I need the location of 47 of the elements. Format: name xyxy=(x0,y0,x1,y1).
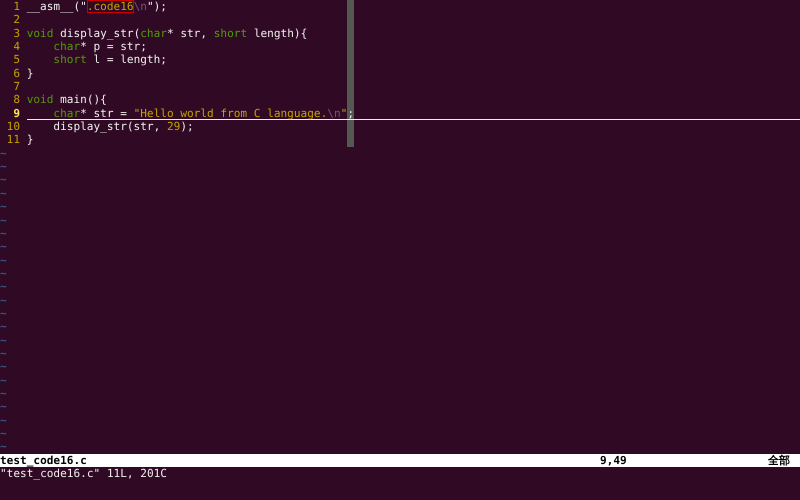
empty-line-marker: ~ xyxy=(0,374,7,387)
empty-line-marker: ~ xyxy=(0,173,7,187)
empty-line-marker: ~ xyxy=(0,386,7,400)
code-line: display_str(str, 29); xyxy=(52,120,194,134)
code-line: __asm__(".code16\n"); xyxy=(26,0,167,14)
empty-line-marker: ~ xyxy=(0,200,7,214)
line-number: 11 xyxy=(6,133,22,147)
empty-line-marker: ~ xyxy=(0,427,7,440)
empty-line-marker: ~ xyxy=(0,334,7,347)
code-line: void main(){ xyxy=(26,93,107,107)
code-line: } xyxy=(26,133,34,147)
empty-line-marker: ~ xyxy=(0,400,7,414)
scroll-indicator: 全部 xyxy=(767,454,791,468)
empty-line-marker: ~ xyxy=(0,254,7,267)
empty-line-marker: ~ xyxy=(0,440,7,454)
code-line: void display_str(char* str, short length){ xyxy=(26,26,308,40)
line-number: 3 xyxy=(12,26,22,40)
empty-line-marker: ~ xyxy=(0,360,7,374)
empty-line-marker: ~ xyxy=(0,266,7,280)
empty-line-marker: ~ xyxy=(0,146,7,160)
code-line: char* str = "Hello world from C language.\n"; xyxy=(26,106,800,120)
empty-line-marker: ~ xyxy=(0,306,7,320)
line-number: 7 xyxy=(12,80,22,94)
empty-line-marker: ~ xyxy=(0,240,7,254)
line-number: 2 xyxy=(12,13,22,27)
line-number: 10 xyxy=(6,120,22,134)
empty-line-marker: ~ xyxy=(0,226,7,240)
code-line: char* p = str; xyxy=(52,40,147,54)
line-number: 4 xyxy=(12,40,22,54)
empty-line-marker: ~ xyxy=(0,346,7,360)
code-line: } xyxy=(26,66,34,80)
empty-line-marker: ~ xyxy=(0,294,7,307)
message-line: "test_code16.c" 11L, 201C xyxy=(0,467,168,480)
line-number: 8 xyxy=(12,93,22,107)
empty-line-marker: ~ xyxy=(0,414,7,427)
empty-line-marker: ~ xyxy=(0,214,7,227)
empty-line-marker: ~ xyxy=(0,280,7,294)
line-number: 5 xyxy=(12,53,22,67)
code-line: short l = length; xyxy=(52,53,167,67)
empty-line-marker: ~ xyxy=(0,186,7,200)
empty-line-marker: ~ xyxy=(0,160,7,174)
file-name: test_code16.c xyxy=(0,454,88,468)
cursor-position: 9,49 xyxy=(600,454,628,468)
line-number: 9 xyxy=(12,106,22,120)
empty-line-marker: ~ xyxy=(0,320,7,334)
line-number: 6 xyxy=(12,66,22,80)
line-number: 1 xyxy=(12,0,22,14)
